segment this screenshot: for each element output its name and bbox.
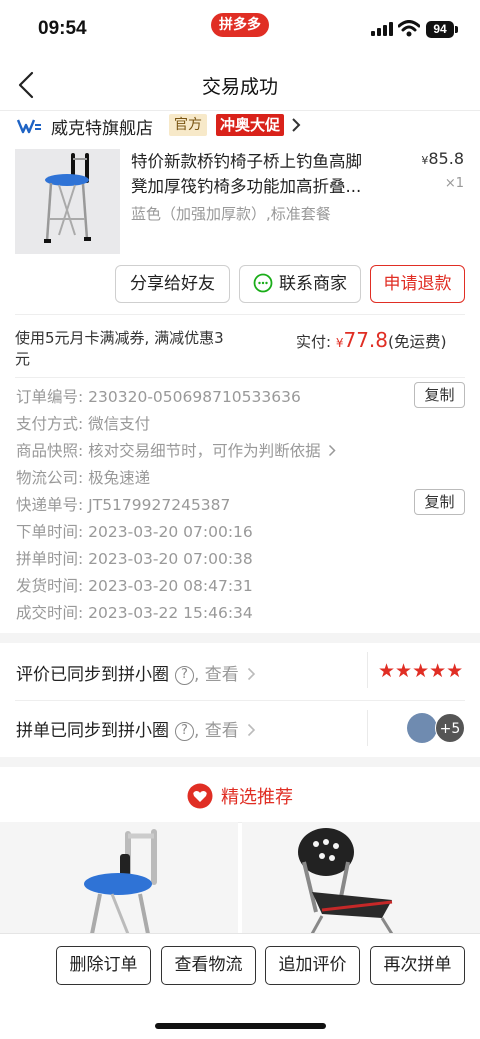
app-pill: 拼多多 — [211, 13, 269, 37]
group-sync-row[interactable]: 拼单已同步到拼小圈?, 查看 — [16, 716, 256, 741]
recommend-item-image[interactable] — [0, 822, 238, 934]
tracking-number-row: 快递单号: JT5179927245387 — [16, 493, 230, 515]
rebuy-button[interactable]: 再次拼单 — [370, 946, 465, 985]
chat-icon — [253, 273, 273, 292]
view-logistics-button[interactable]: 查看物流 — [161, 946, 256, 985]
ship-time-row: 发货时间: 2023-03-20 08:47:31 — [16, 574, 253, 596]
product-title-line1: 特价新款桥钓椅子桥上钓鱼高脚 — [131, 152, 362, 171]
copy-tracking-number-button[interactable]: 复制 — [414, 489, 465, 515]
group-view-link[interactable]: , 查看 — [194, 721, 239, 741]
recommend-item-image[interactable] — [242, 822, 480, 934]
heart-badge-icon — [187, 783, 213, 809]
info-value: 微信支付 — [88, 415, 151, 433]
vertical-divider — [367, 710, 368, 746]
info-key: 拼单时间: — [16, 550, 89, 568]
order-number-row: 订单编号: 230320-050698710533636 — [16, 385, 301, 407]
review-view-link[interactable]: , 查看 — [194, 665, 239, 685]
section-gap — [0, 757, 480, 767]
info-key: 商品快照: — [16, 442, 89, 460]
divider — [15, 314, 465, 315]
logistics-company-row: 物流公司: 极兔速递 — [16, 466, 150, 488]
group-time-row: 拼单时间: 2023-03-20 07:00:38 — [16, 547, 253, 569]
chair-illustration — [0, 822, 238, 934]
add-review-button[interactable]: 追加评价 — [265, 946, 360, 985]
info-value: 极兔速递 — [88, 469, 151, 487]
chevron-right-icon — [328, 444, 336, 457]
recommend-title: 精选推荐 — [0, 783, 480, 809]
refund-button[interactable]: 申请退款 — [370, 265, 465, 303]
chevron-right-icon[interactable] — [291, 117, 301, 133]
deal-time-row: 成交时间: 2023-03-22 15:46:34 — [16, 601, 253, 623]
copy-order-number-button[interactable]: 复制 — [414, 382, 465, 408]
group-sync-label: 拼单已同步到拼小圈 — [16, 721, 169, 741]
page-title: 交易成功 — [201, 76, 278, 98]
info-key: 订单编号: — [16, 388, 89, 406]
info-value: JT5179927245387 — [88, 496, 231, 514]
chevron-right-icon — [248, 723, 256, 737]
avatar[interactable] — [407, 713, 437, 743]
store-logo-icon — [16, 119, 41, 134]
vertical-divider — [367, 652, 368, 688]
info-value: 2023-03-20 07:00:16 — [88, 523, 253, 541]
official-badge: 官方 — [169, 114, 207, 136]
info-key: 成交时间: — [16, 604, 89, 622]
product-title-line2: 凳加厚筏钓椅多功能加高折叠... — [131, 177, 362, 196]
promo-badge: 冲奥大促 — [216, 114, 285, 136]
recommend-label: 精选推荐 — [221, 787, 293, 808]
info-key: 物流公司: — [16, 469, 89, 487]
price-value: 85.8 — [428, 149, 464, 168]
contact-seller-label: 联系商家 — [279, 274, 347, 294]
more-members-avatar[interactable]: +5 — [435, 713, 465, 743]
order-detail-screen: 09:54 拼多多 94 交易成功 威克特旗舰店 官方 冲奥大促 特价新款桥钓椅… — [0, 0, 480, 1039]
divider — [15, 700, 465, 701]
wifi-icon — [398, 20, 420, 37]
info-key: 支付方式: — [16, 415, 89, 433]
home-indicator[interactable] — [155, 1023, 326, 1029]
share-button[interactable]: 分享给好友 — [115, 265, 230, 303]
chair-illustration — [15, 149, 120, 254]
store-name[interactable]: 威克特旗舰店 — [51, 114, 153, 139]
battery-indicator: 94 — [426, 21, 454, 38]
divider — [15, 377, 465, 378]
info-value: 2023-03-20 08:47:31 — [88, 577, 253, 595]
status-time: 09:54 — [38, 18, 87, 39]
order-time-row: 下单时间: 2023-03-20 07:00:16 — [16, 520, 253, 542]
help-icon[interactable]: ? — [175, 666, 194, 685]
info-value: 2023-03-22 15:46:34 — [88, 604, 253, 622]
battery-tip — [455, 26, 458, 33]
contact-seller-button[interactable]: 联系商家 — [239, 265, 361, 303]
signal-icon — [371, 22, 393, 36]
folding-chair-illustration — [242, 822, 480, 934]
rating-stars: ★★★★★ — [378, 660, 464, 682]
delete-order-button[interactable]: 删除订单 — [56, 946, 151, 985]
nav-divider — [0, 110, 480, 111]
chevron-right-icon — [248, 667, 256, 681]
info-value: 核对交易细节时，可作为判断依据 — [88, 442, 321, 460]
product-title[interactable]: 特价新款桥钓椅子桥上钓鱼高脚 凳加厚筏钓椅多功能加高折叠... — [131, 149, 401, 199]
product-spec: 蓝色（加强加厚款）,标准套餐 — [131, 205, 331, 223]
info-value: 2023-03-20 07:00:38 — [88, 550, 253, 568]
info-key: 发货时间: — [16, 577, 89, 595]
review-sync-row[interactable]: 评价已同步到拼小圈?, 查看 — [16, 660, 256, 685]
review-sync-label: 评价已同步到拼小圈 — [16, 665, 169, 685]
info-value: 230320-050698710533636 — [88, 388, 301, 406]
paid-label: 实付: — [296, 333, 336, 351]
help-icon[interactable]: ? — [175, 722, 194, 741]
info-key: 快递单号: — [16, 496, 89, 514]
product-image[interactable] — [15, 149, 120, 254]
snapshot-row[interactable]: 商品快照: 核对交易细节时，可作为判断依据 — [16, 439, 336, 461]
payment-method-row: 支付方式: 微信支付 — [16, 412, 150, 434]
product-price: ¥85.8 — [402, 149, 464, 168]
section-gap — [0, 633, 480, 643]
coupon-note: 使用5元月卡满减券, 满减优惠3元 — [15, 329, 224, 368]
info-key: 下单时间: — [16, 523, 89, 541]
product-quantity: ×1 — [444, 176, 464, 191]
paid-value: 77.8 — [343, 328, 388, 352]
paid-amount: 实付: ¥77.8(免运费) — [296, 328, 447, 352]
shipping-note: (免运费) — [388, 333, 447, 351]
